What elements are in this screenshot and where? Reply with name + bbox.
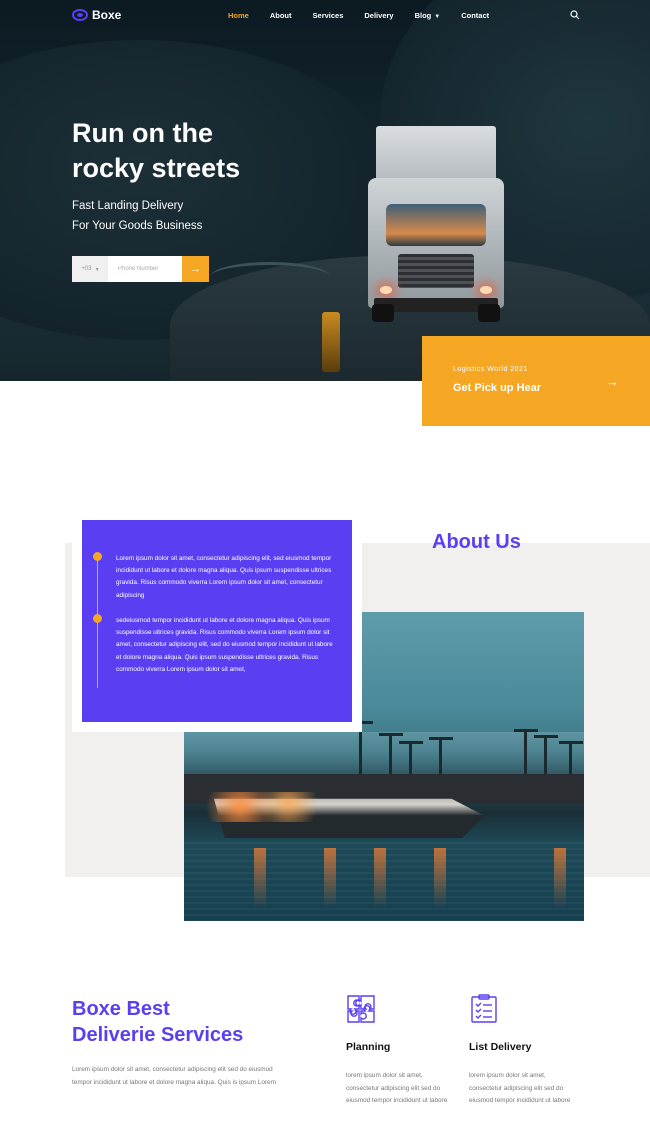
hero-title-line-1: Run on the	[72, 118, 213, 148]
services-title-line-1: Boxe Best	[72, 998, 170, 1020]
phone-submit-button[interactable]: →	[182, 256, 209, 282]
about-heading: About Us	[432, 531, 521, 553]
feature-title: List Delivery	[469, 1041, 532, 1053]
nav-item-about[interactable]: About	[270, 11, 292, 20]
hero-subtitle-line-2: For Your Goods Business	[72, 220, 203, 232]
timeline-dot	[93, 552, 102, 561]
feature-text: lorem ipsum dolor sit amet, consectetur …	[469, 1072, 571, 1104]
pickup-title: Get Pick up Hear	[453, 382, 542, 394]
hero-truck-image	[368, 126, 504, 322]
about-paragraph-2: sedeiusmod tempor incididunt ut labore e…	[116, 617, 333, 673]
chevron-down-icon: ▾	[95, 266, 99, 273]
hero-title: Run on the rocky streets	[72, 116, 332, 186]
timeline-dot	[93, 614, 102, 623]
checklist-icon	[471, 994, 497, 1023]
pickup-cta[interactable]: Logistics World 2021 Get Pick up Hear →	[422, 336, 650, 426]
nav-item-blog[interactable]: Blog ▼	[415, 11, 441, 20]
hero-roadside-marker	[322, 312, 340, 372]
feature-text: lorem ipsum dolor sit amet, consectetur …	[346, 1072, 448, 1104]
brand-logo[interactable]: Boxe	[72, 8, 121, 22]
about-paragraph-1: Lorem ipsum dolor sit amet, consectetur …	[116, 555, 332, 599]
nav-item-services[interactable]: Services	[313, 11, 344, 20]
feature-planning: Planning lorem ipsum dolor sit amet, con…	[346, 994, 456, 1104]
nav-item-contact[interactable]: Contact	[461, 11, 489, 20]
hero-subtitle-line-1: Fast Landing Delivery	[72, 200, 184, 212]
nav-item-blog-label: Blog	[414, 11, 432, 20]
nav-item-home[interactable]: Home	[228, 11, 249, 20]
services-title-line-2: Deliverie Services	[72, 1024, 244, 1046]
arrow-right-icon: →	[190, 263, 201, 275]
services-description: Lorem ipsum dolor sit amet, consectetur …	[72, 1066, 276, 1086]
phone-number-input[interactable]	[108, 256, 182, 282]
feature-title: Planning	[346, 1041, 391, 1053]
hero-subtitle: Fast Landing Delivery For Your Goods Bus…	[72, 196, 272, 236]
brand-name: Boxe	[92, 8, 122, 22]
logo-icon	[72, 9, 88, 21]
country-code-value: +03	[81, 266, 92, 272]
main-menu: Home About Services Delivery Blog ▼ Conta…	[228, 11, 510, 20]
feature-list-delivery: List Delivery lorem ipsum dolor sit amet…	[469, 994, 579, 1104]
puzzle-icon	[347, 995, 375, 1023]
nav-item-delivery[interactable]: Delivery	[364, 11, 393, 20]
hero-title-line-2: rocky streets	[72, 153, 241, 183]
pickup-kicker: Logistics World 2021	[453, 366, 528, 373]
arrow-right-icon: →	[606, 374, 619, 389]
search-icon[interactable]	[570, 10, 580, 20]
top-navigation: Boxe Home About Services Delivery Blog ▼ …	[0, 0, 650, 34]
hero-section: Boxe Home About Services Delivery Blog ▼ …	[0, 0, 650, 381]
hero-guardrail	[210, 262, 330, 292]
phone-form: +03 ▾ →	[72, 256, 209, 282]
timeline-line	[97, 558, 98, 688]
country-code-select[interactable]: +03 ▾	[72, 256, 108, 282]
chevron-down-icon: ▼	[434, 14, 441, 20]
